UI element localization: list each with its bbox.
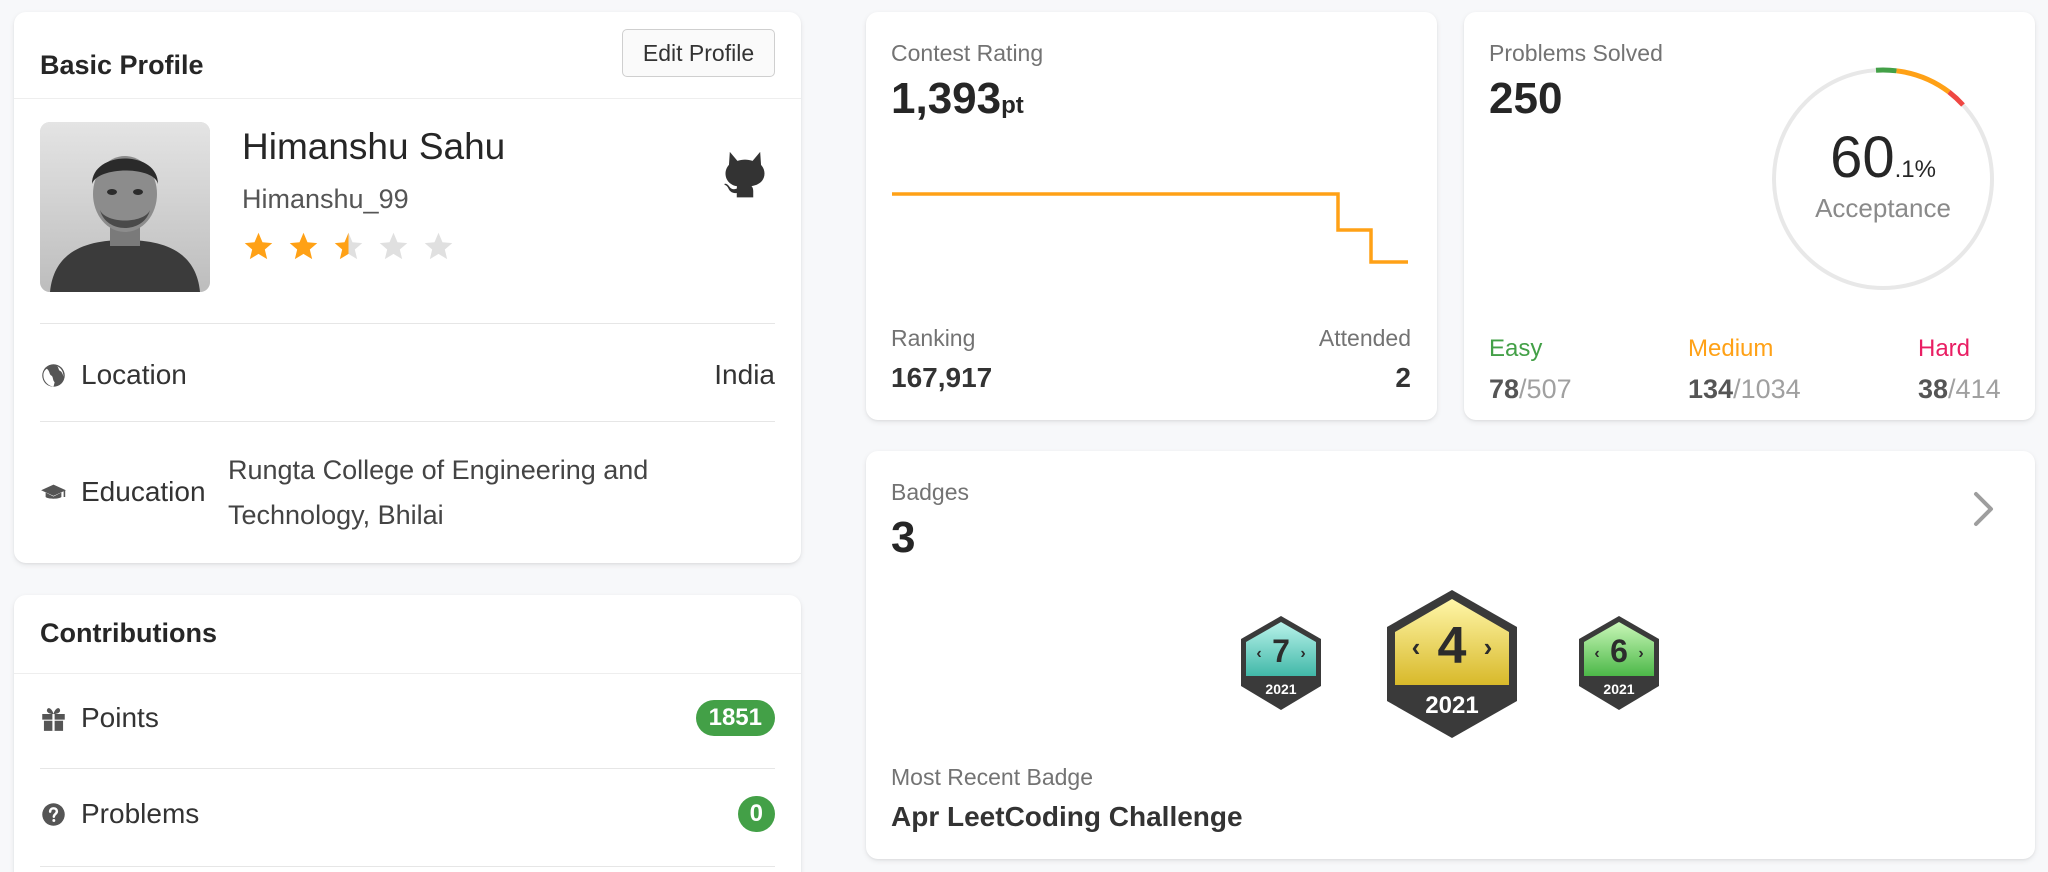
badge-icon-7[interactable]: 7 ‹ › 2021 (1237, 614, 1325, 714)
divider (40, 768, 775, 769)
contributions-title: Contributions (40, 618, 217, 648)
star-icon-1 (244, 232, 273, 260)
star-empty-icon-5 (424, 232, 453, 260)
profile-name: Himanshu Sahu (242, 126, 506, 167)
problems-count-badge: 0 (737, 796, 775, 832)
gift-icon (40, 705, 67, 732)
badge-icon-4[interactable]: 4 ‹ › 2021 (1383, 588, 1521, 740)
points-label: Points (81, 702, 159, 733)
svg-text:‹: ‹ (1256, 645, 1261, 662)
svg-text:‹: ‹ (1594, 645, 1599, 662)
svg-text:›: › (1300, 645, 1305, 662)
location-label: Location (81, 359, 187, 390)
profile-username: Himanshu_99 (242, 184, 409, 214)
medium-count: 134/1034 (1688, 374, 1801, 404)
easy-label: Easy (1489, 335, 1543, 362)
problems-label: Problems (81, 798, 200, 829)
avatar[interactable] (40, 122, 210, 292)
divider (40, 323, 775, 324)
attended-value: 2 (1395, 362, 1411, 393)
basic-profile-card: Basic Profile Edit Profile Himanshu Sahu… (14, 12, 801, 563)
star-half-icon-3 (334, 232, 363, 260)
badges-title: Badges (891, 479, 970, 505)
basic-profile-title: Basic Profile (40, 50, 204, 80)
badge-year: 2021 (1425, 692, 1478, 719)
github-icon[interactable] (719, 146, 771, 201)
easy-count: 78/507 (1489, 374, 1572, 404)
star-rating (242, 230, 455, 263)
edit-profile-button[interactable]: Edit Profile (622, 29, 775, 77)
points-row: Points 1851 (40, 698, 775, 738)
attended-label: Attended (1318, 325, 1411, 351)
badge-year: 2021 (1265, 681, 1296, 697)
badge-number: 6 (1610, 633, 1628, 669)
problems-solved-title: Problems Solved (1489, 40, 1663, 66)
divider (40, 866, 775, 867)
divider (40, 421, 775, 422)
rating-history-chart[interactable] (866, 12, 1437, 312)
ranking-label: Ranking (891, 325, 976, 351)
svg-text:›: › (1638, 645, 1643, 662)
problems-solved-card: Problems Solved 250 60.1% Acceptance Eas… (1464, 12, 2035, 420)
contest-rating-card[interactable]: Contest Rating 1,393pt Ranking 167,917 A… (866, 12, 1437, 420)
hard-count: 38/414 (1918, 374, 2001, 404)
acceptance-label: Acceptance (1815, 193, 1951, 223)
star-empty-icon-4 (379, 232, 408, 260)
badges-count: 3 (891, 513, 916, 562)
ranking-value: 167,917 (891, 362, 993, 393)
problems-solved-count: 250 (1489, 74, 1563, 123)
badge-number: 7 (1272, 633, 1290, 669)
education-label: Education (81, 476, 206, 507)
globe-icon (40, 362, 67, 389)
location-value: India (714, 359, 775, 390)
medium-label: Medium (1688, 335, 1774, 362)
hard-label: Hard (1918, 335, 1971, 362)
graduation-cap-icon (40, 479, 67, 506)
chevron-right-icon[interactable] (1971, 489, 1997, 529)
most-recent-badge-value: Apr LeetCoding Challenge (891, 801, 1243, 832)
location-row: Location India (40, 355, 775, 395)
acceptance-rate: 60.1% (1830, 125, 1936, 190)
star-icon-2 (289, 232, 318, 260)
contributions-header: Contributions (14, 595, 801, 674)
badge-year: 2021 (1603, 681, 1634, 697)
badge-number: 4 (1438, 617, 1467, 675)
badge-icon-6[interactable]: 6 ‹ › 2021 (1575, 614, 1663, 714)
problems-row: Problems 0 (40, 794, 775, 834)
most-recent-badge-label: Most Recent Badge (891, 764, 1094, 790)
education-value: Rungta College of Engineering and Techno… (228, 455, 649, 530)
points-count-badge: 1851 (695, 700, 775, 736)
basic-profile-header: Basic Profile Edit Profile (14, 12, 801, 99)
svg-text:›: › (1484, 632, 1493, 662)
contributions-card: Contributions Points 1851 Problems 0 (14, 595, 801, 872)
svg-text:‹: ‹ (1412, 632, 1421, 662)
education-row: Education (40, 472, 240, 512)
question-circle-icon (40, 801, 67, 828)
badges-card[interactable]: Badges 3 7 ‹ › 2021 4 ‹ › 2021 6 ‹ › 202… (866, 451, 2035, 859)
